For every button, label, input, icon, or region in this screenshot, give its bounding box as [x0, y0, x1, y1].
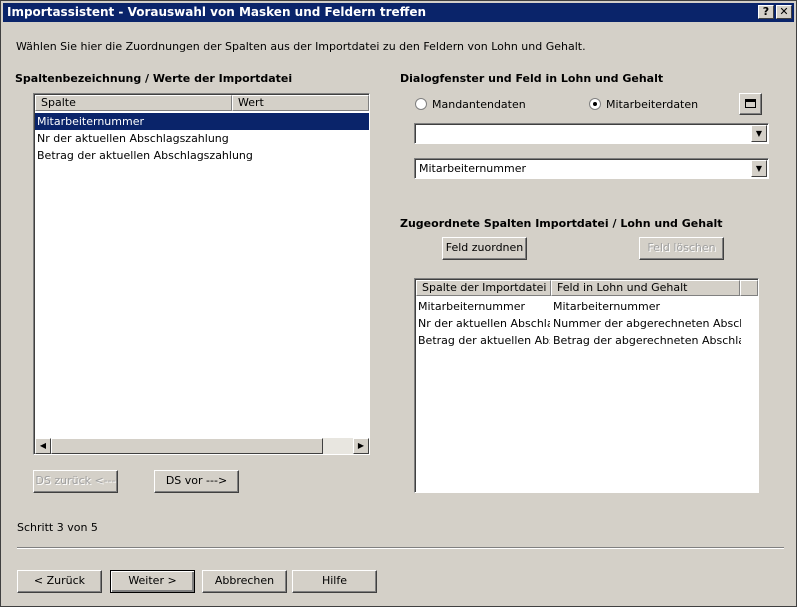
column-header-filler — [740, 280, 758, 296]
close-title-button[interactable]: ✕ — [776, 5, 792, 19]
help-button[interactable]: Hilfe — [292, 570, 377, 593]
left-heading: Spaltenbezeichnung / Werte der Importdat… — [15, 72, 293, 85]
import-columns-list[interactable]: Spalte Wert Mitarbeiternummer Nr der akt… — [33, 93, 370, 455]
assign-field-button[interactable]: Feld zuordnen — [442, 237, 527, 260]
radio-mitarbeiterdaten-label: Mitarbeiterdaten — [606, 98, 699, 111]
radio-mitarbeiterdaten[interactable] — [589, 98, 601, 110]
mapped-columns-list[interactable]: Spalte der Importdatei Feld in Lohn und … — [414, 278, 759, 493]
mapped-heading: Zugeordnete Spalten Importdatei / Lohn u… — [400, 217, 723, 230]
table-cell-import[interactable]: Mitarbeiternummer — [416, 298, 550, 315]
table-cell-import[interactable]: Betrag der aktuellen Abs... — [416, 332, 550, 349]
column-header-wert[interactable]: Wert — [232, 95, 369, 111]
mask-combo[interactable]: ▼ — [414, 123, 769, 144]
dialog-window-button[interactable] — [739, 93, 762, 115]
table-cell-import[interactable]: Nr der aktuellen Abschla... — [416, 315, 550, 332]
radio-mandantendaten[interactable] — [415, 98, 427, 110]
title-bar: Importassistent - Vorauswahl von Masken … — [3, 3, 794, 22]
cancel-button[interactable]: Abbrechen — [202, 570, 287, 593]
ds-back-button[interactable]: DS zurück <--- — [33, 470, 118, 493]
help-title-button[interactable]: ? — [758, 5, 774, 19]
right-heading: Dialogfenster und Feld in Lohn und Gehal… — [400, 72, 664, 85]
list-item[interactable]: Nr der aktuellen Abschlagszahlung — [35, 130, 369, 147]
next-button[interactable]: Weiter > — [110, 570, 195, 593]
scrollbar-thumb[interactable] — [51, 438, 323, 454]
import-assistant-dialog: Importassistent - Vorauswahl von Masken … — [0, 0, 797, 607]
field-combo-value: Mitarbeiternummer — [419, 162, 527, 175]
delete-field-button[interactable]: Feld löschen — [639, 237, 724, 260]
scroll-right-icon[interactable]: ▶ — [353, 438, 369, 454]
chevron-down-icon[interactable]: ▼ — [751, 125, 767, 142]
step-indicator: Schritt 3 von 5 — [17, 521, 98, 534]
window-title: Importassistent - Vorauswahl von Masken … — [7, 5, 427, 19]
intro-text: Wählen Sie hier die Zuordnungen der Spal… — [16, 40, 586, 53]
list-item[interactable]: Mitarbeiternummer — [35, 113, 369, 130]
list-item[interactable]: Betrag der aktuellen Abschlagszahlung — [35, 147, 369, 164]
field-combo[interactable]: Mitarbeiternummer ▼ — [414, 158, 769, 179]
table-cell-lohn[interactable]: Nummer der abgerechneten Abschla... — [551, 315, 741, 332]
window-icon — [745, 99, 756, 108]
horizontal-scrollbar[interactable]: ◀ ▶ — [35, 438, 369, 454]
table-cell-lohn[interactable]: Betrag der abgerechneten Abschlag... — [551, 332, 741, 349]
table-cell-lohn[interactable]: Mitarbeiternummer — [551, 298, 741, 315]
column-header-lohn[interactable]: Feld in Lohn und Gehalt — [551, 280, 740, 296]
footer-divider — [17, 547, 784, 549]
column-header-spalte[interactable]: Spalte — [35, 95, 232, 111]
back-button[interactable]: < Zurück — [17, 570, 102, 593]
chevron-down-icon[interactable]: ▼ — [751, 160, 767, 177]
radio-mandantendaten-label: Mandantendaten — [432, 98, 526, 111]
ds-forward-button[interactable]: DS vor ---> — [154, 470, 239, 493]
scroll-left-icon[interactable]: ◀ — [35, 438, 51, 454]
column-header-import[interactable]: Spalte der Importdatei — [416, 280, 551, 296]
